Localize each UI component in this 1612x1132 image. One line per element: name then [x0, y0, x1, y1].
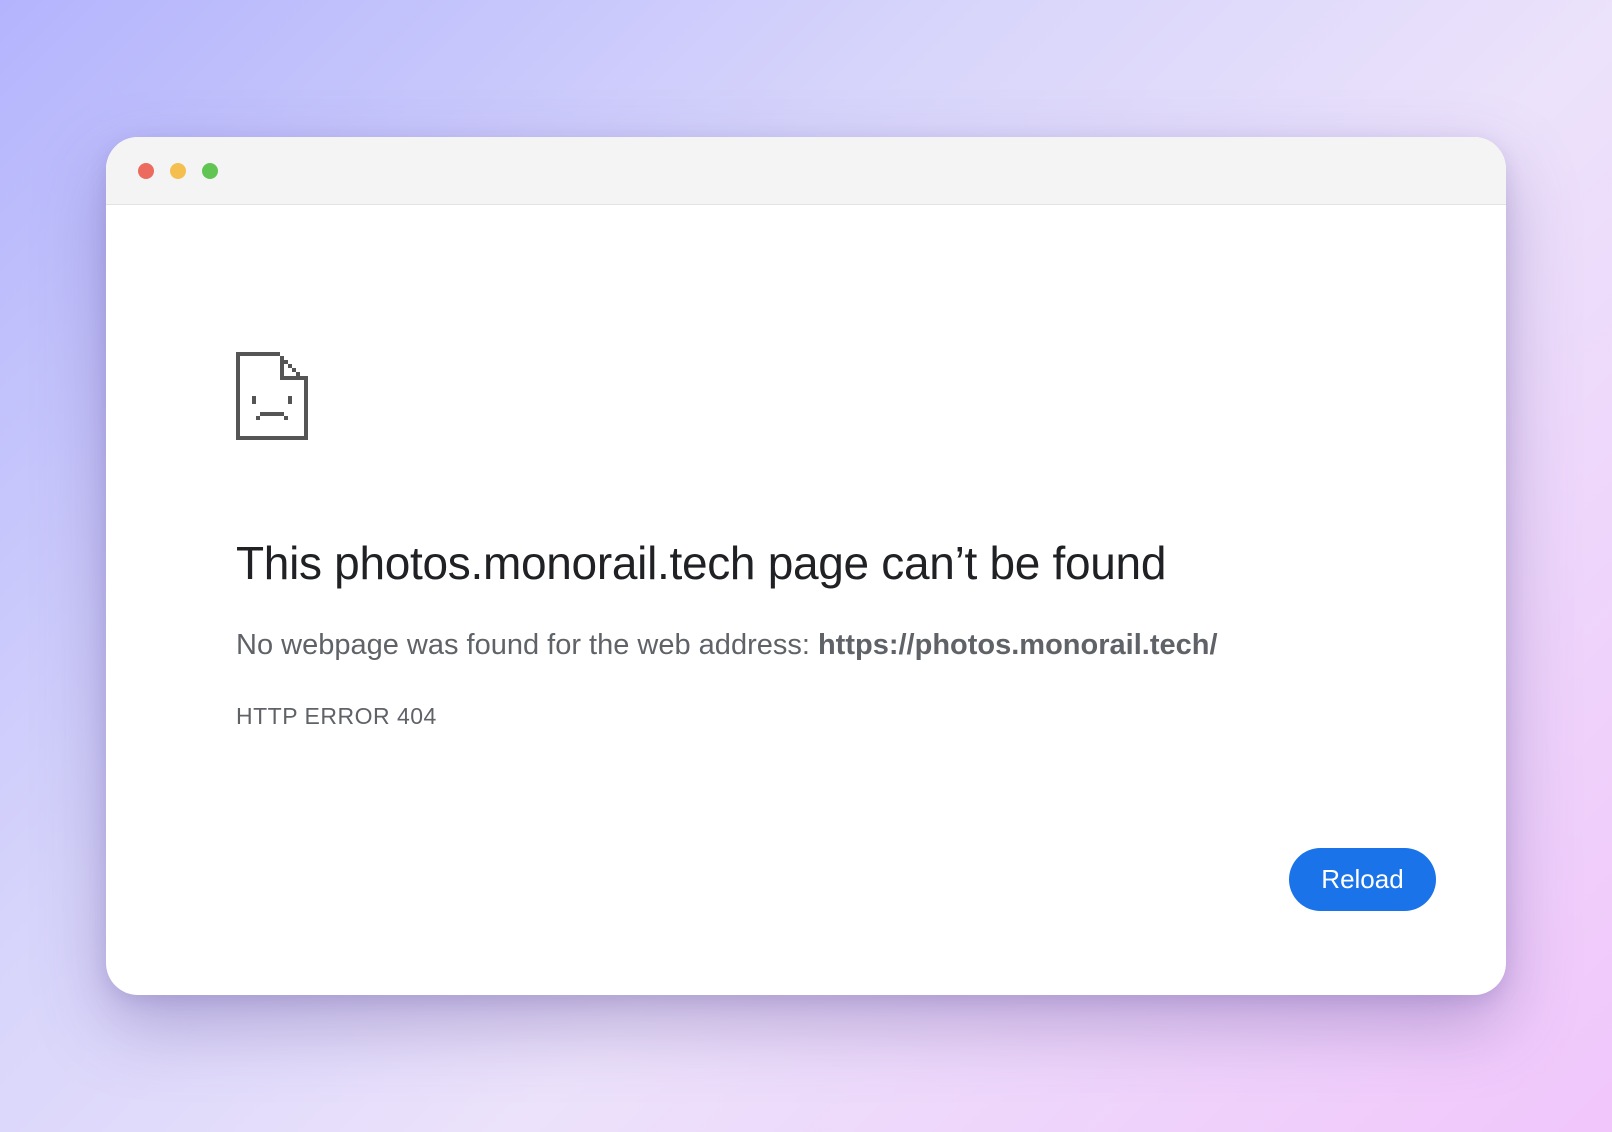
error-code: HTTP ERROR 404 [236, 702, 437, 729]
browser-window: This photos.monorail.tech page can’t be … [106, 137, 1506, 995]
sad-page-icon [236, 352, 308, 440]
error-content: This photos.monorail.tech page can’t be … [236, 352, 1446, 730]
title-bar [106, 137, 1506, 205]
error-url: https://photos.monorail.tech/ [817, 629, 1218, 662]
maximize-window-button[interactable] [202, 163, 218, 179]
error-message-text: No webpage was found for the web address… [236, 629, 818, 662]
page-title: This photos.monorail.tech page can’t be … [236, 537, 1167, 589]
close-window-button[interactable] [138, 163, 154, 179]
reload-button[interactable]: Reload [1289, 848, 1436, 911]
minimize-window-button[interactable] [170, 163, 186, 179]
error-message: No webpage was found for the web address… [236, 627, 1446, 665]
